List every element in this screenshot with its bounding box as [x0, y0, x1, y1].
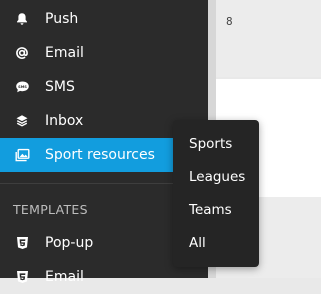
sidebar-item-label: Inbox: [45, 113, 84, 129]
content-panel-top: [216, 0, 321, 77]
svg-text:SMS: SMS: [18, 85, 27, 89]
layers-icon: [13, 112, 31, 130]
sport-resources-dropdown: Sports Leagues Teams All: [173, 120, 259, 267]
sidebar-item-label: Sport resources: [45, 147, 155, 163]
dropdown-item-leagues[interactable]: Leagues: [189, 167, 245, 187]
section-title-templates: TEMPLATES: [13, 202, 88, 217]
html5-icon: [13, 234, 31, 252]
sidebar-item-label: SMS: [45, 79, 75, 95]
sidebar-item-label: Email: [45, 269, 84, 285]
at-icon: [13, 44, 31, 62]
sms-icon: SMS: [13, 78, 31, 96]
image-gallery-icon: [13, 146, 31, 164]
sidebar-item-sms[interactable]: SMS SMS: [0, 70, 208, 104]
sidebar-item-label: Push: [45, 11, 79, 27]
html5-icon: [13, 268, 31, 286]
sidebar-item-label: Email: [45, 45, 84, 61]
dropdown-item-sports[interactable]: Sports: [189, 134, 232, 154]
content-value: 8: [226, 15, 233, 28]
bell-icon: [13, 10, 31, 28]
sidebar-item-label: Pop-up: [45, 235, 94, 251]
sidebar-item-email[interactable]: Email: [0, 36, 208, 70]
dropdown-item-teams[interactable]: Teams: [189, 200, 232, 220]
dropdown-item-all[interactable]: All: [189, 233, 206, 253]
sidebar-item-push[interactable]: Push: [0, 2, 208, 36]
